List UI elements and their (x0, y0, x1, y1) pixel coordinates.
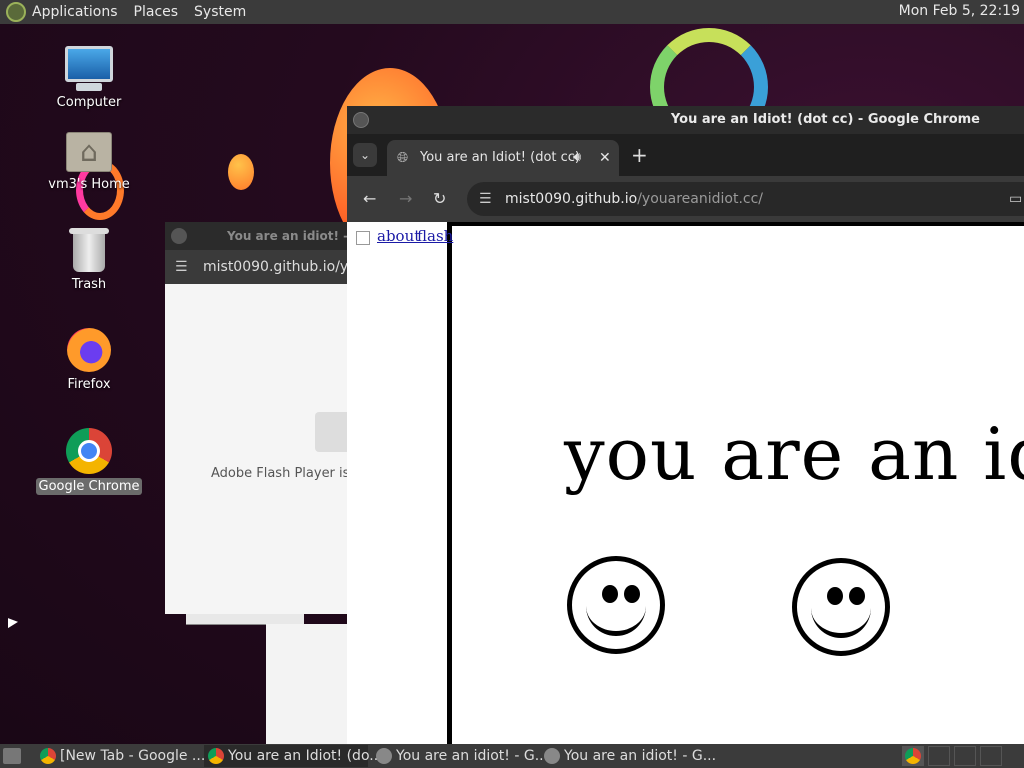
clock[interactable]: Mon Feb 5, 22:19 (899, 3, 1020, 19)
taskbar-item-label: [New Tab - Google ... (60, 748, 206, 764)
broken-image-icon (356, 231, 370, 245)
background-browser-window[interactable]: You are an idiot! - G ☰ mist0090.github.… (165, 222, 355, 614)
desktop-icon-label: Trash (71, 277, 107, 292)
address-bar[interactable]: ☰ mist0090.github.io/you (165, 250, 355, 284)
workspace-3[interactable] (954, 746, 976, 766)
chrome-icon (66, 428, 112, 474)
taskbar-item[interactable]: You are an idiot! - G... (372, 745, 548, 767)
taskbar-item[interactable]: [New Tab - Google ... (36, 745, 205, 767)
window-menu-button[interactable] (171, 228, 187, 244)
applications-menu[interactable]: Applications (32, 4, 118, 20)
smiley-face-icon (792, 558, 890, 656)
flash-message: Adobe Flash Player is (211, 466, 350, 481)
taskbar-item-label: You are an Idiot! (do... (228, 748, 383, 764)
tab-strip: ⌄ 🌐︎ You are an Idiot! (dot cc) 🔊︎ ✕ + (347, 134, 1024, 176)
chrome-icon (208, 748, 224, 764)
right-frame: you are an idiot (452, 222, 1024, 744)
desktop-icon-home[interactable]: vm3's Home (34, 132, 144, 193)
taskbar-item-label: You are an idiot! - G... (396, 748, 549, 764)
home-folder-icon (66, 132, 112, 172)
address-url[interactable]: mist0090.github.io/you (203, 259, 355, 275)
globe-icon (376, 748, 392, 764)
left-frame: about flash (347, 222, 453, 744)
window-menu-button[interactable] (353, 112, 369, 128)
site-settings-icon[interactable]: ☰ (479, 182, 492, 216)
chrome-icon (40, 748, 56, 764)
headline-text: you are an idiot (564, 412, 1024, 496)
url-path: /youareanidiot.cc/ (637, 191, 764, 207)
smiley-face-icon (567, 556, 665, 654)
tab-active[interactable]: 🌐︎ You are an Idiot! (dot cc) 🔊︎ ✕ (387, 140, 619, 176)
desktop-icon-firefox[interactable]: Firefox (34, 328, 144, 393)
tab-search-icon[interactable]: ⌄ (353, 143, 377, 167)
site-settings-icon[interactable]: ☰ (175, 250, 188, 284)
about-link[interactable]: about (377, 227, 420, 245)
desktop-icon-label: Computer (56, 95, 122, 110)
omnibox-url[interactable]: mist0090.github.io/youareanidiot.cc/ (505, 182, 763, 216)
reload-icon[interactable]: ↻ (433, 176, 446, 222)
chrome-window[interactable]: You are an Idiot! (dot cc) - Google Chro… (347, 106, 1024, 744)
close-tab-icon[interactable]: ✕ (599, 140, 611, 176)
new-tab-button[interactable]: + (631, 140, 648, 170)
workspace-1[interactable] (902, 746, 924, 766)
desktop-icon-label: Google Chrome (35, 478, 143, 495)
chrome-icon (905, 748, 921, 764)
tab-title: You are an Idiot! (dot cc) (420, 150, 580, 165)
bottom-taskbar: [New Tab - Google ... You are an Idiot! … (0, 744, 1024, 768)
window-title[interactable]: You are an idiot! - G (165, 222, 355, 250)
distro-logo-icon[interactable] (6, 2, 26, 22)
camera-blocked-icon[interactable]: ▭ (1009, 176, 1022, 222)
page-content: about flash you are an idiot (347, 222, 1024, 744)
computer-icon (65, 46, 113, 91)
omnibox[interactable]: ☰ mist0090.github.io/youareanidiot.cc/ (467, 182, 1024, 216)
browser-toolbar: ← → ↻ ☰ mist0090.github.io/youareanidiot… (347, 176, 1024, 222)
forward-arrow-icon[interactable]: → (399, 176, 412, 222)
back-arrow-icon[interactable]: ← (363, 176, 376, 222)
window-title: You are an Idiot! (dot cc) - Google Chro… (670, 112, 980, 127)
flash-link[interactable]: flash (417, 227, 453, 245)
taskbar-item-active[interactable]: You are an Idiot! (do... (204, 745, 383, 767)
window-titlebar[interactable]: You are an Idiot! (dot cc) - Google Chro… (347, 106, 1024, 134)
speaker-icon[interactable]: 🔊︎ (573, 140, 581, 176)
desktop-icon-chrome[interactable]: Google Chrome (34, 428, 144, 495)
globe-icon (544, 748, 560, 764)
top-panel: Applications Places System Mon Feb 5, 22… (0, 0, 1024, 24)
desktop-icon-computer[interactable]: Computer (34, 46, 144, 111)
desktop-icon-label: vm3's Home (48, 177, 130, 192)
show-desktop-button[interactable] (3, 748, 21, 764)
desktop-icon-trash[interactable]: Trash (34, 228, 144, 293)
wallpaper-small-shape (228, 154, 254, 190)
taskbar-item-label: You are an idiot! - G... (564, 748, 717, 764)
globe-icon: 🌐︎ (397, 150, 409, 166)
trash-icon (69, 228, 109, 272)
taskbar-item[interactable]: You are an idiot! - G... (540, 745, 716, 767)
firefox-icon (67, 328, 111, 372)
system-menu[interactable]: System (194, 4, 246, 20)
workspace-4[interactable] (980, 746, 1002, 766)
places-menu[interactable]: Places (134, 4, 179, 20)
desktop-icon-label: Firefox (67, 377, 111, 392)
workspace-2[interactable] (928, 746, 950, 766)
url-host: mist0090.github.io (505, 191, 638, 207)
stacked-window-body[interactable] (266, 624, 348, 744)
